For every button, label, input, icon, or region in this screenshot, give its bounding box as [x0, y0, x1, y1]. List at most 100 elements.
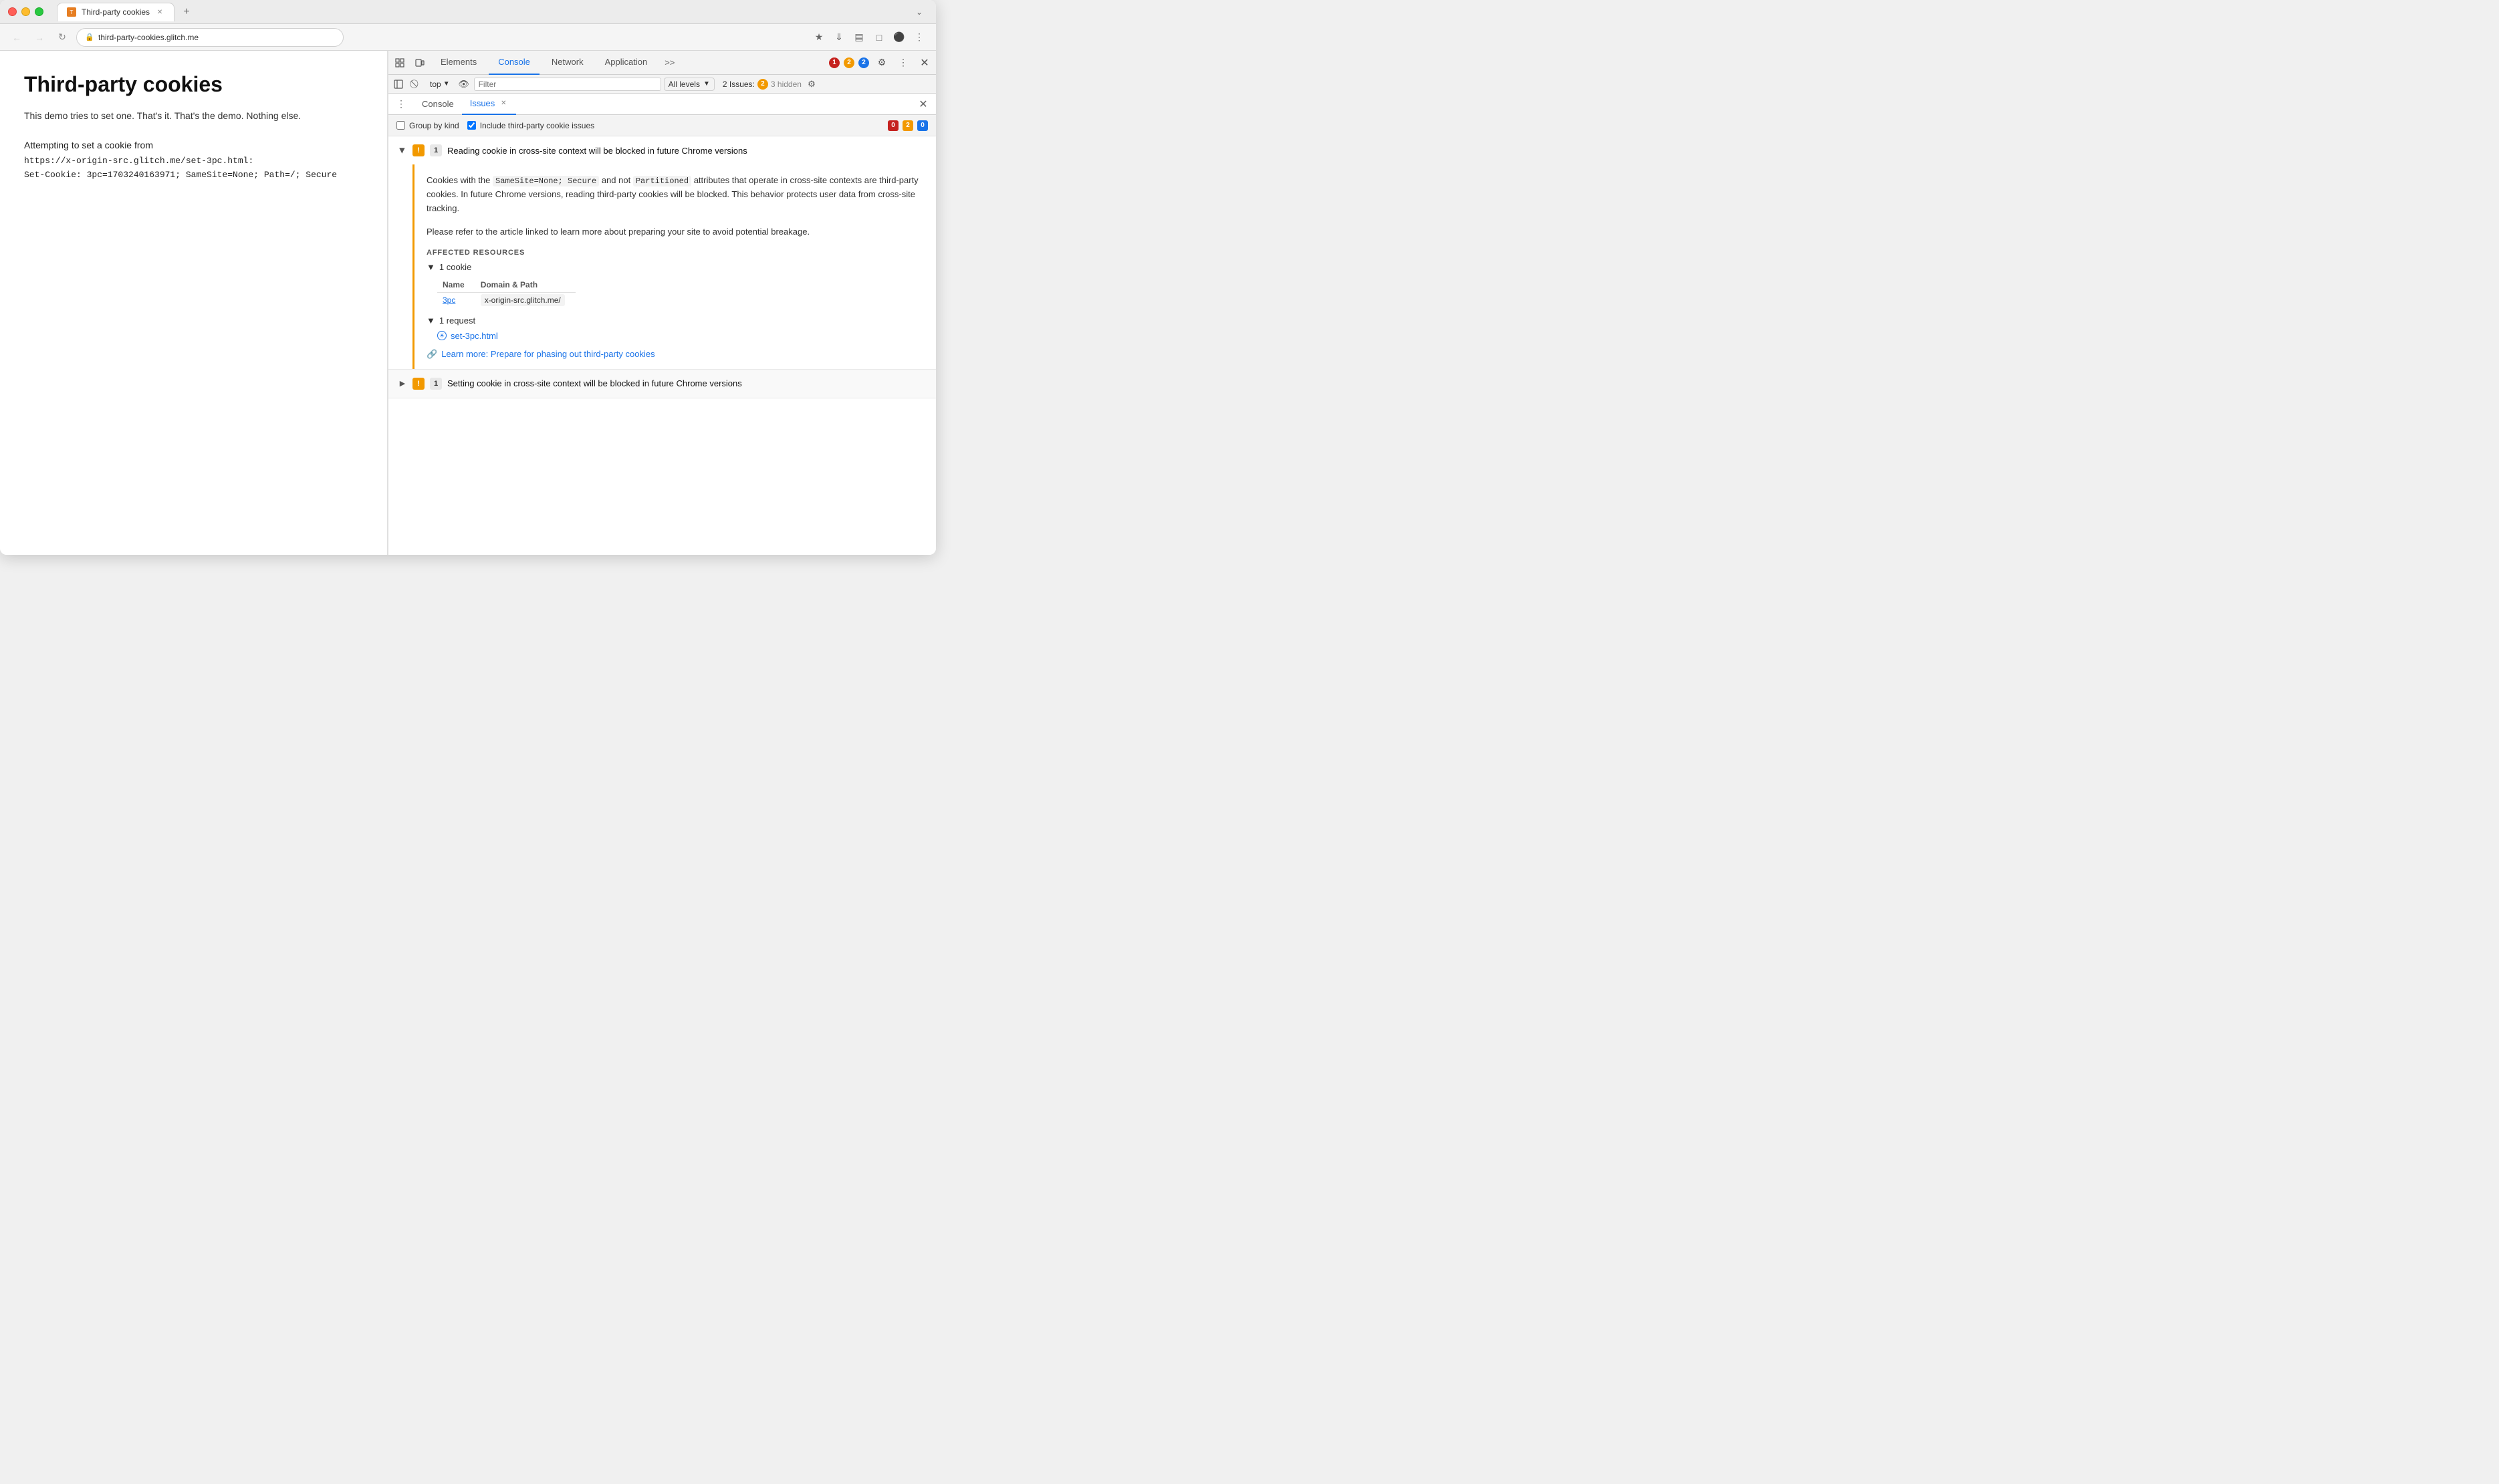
maximize-window-button[interactable] [35, 7, 43, 16]
settings-gear-icon[interactable]: ⚙ [873, 54, 890, 72]
panel-menu-icon[interactable]: ⋮ [394, 97, 408, 112]
bookmark-star-icon[interactable]: ★ [810, 29, 828, 46]
tab-network[interactable]: Network [542, 51, 593, 75]
cookie-value: Set-Cookie: 3pc=1703240163971; SameSite=… [24, 170, 337, 180]
back-button[interactable]: ← [8, 29, 25, 46]
group-by-kind-checkbox-label[interactable]: Group by kind [396, 121, 459, 130]
issues-list: ▶ ! 1 Reading cookie in cross-site conte… [388, 136, 936, 555]
cookie-group-header[interactable]: ▼ 1 cookie [427, 262, 924, 272]
hidden-label: 3 hidden [771, 80, 802, 89]
request-link-label: set-3pc.html [451, 331, 498, 341]
address-bar[interactable]: 🔒 third-party-cookies.glitch.me [76, 28, 344, 47]
cookie-table: Name Domain & Path 3pc x-origin-src.glit… [437, 277, 576, 307]
col-domain-header: Domain & Path [475, 277, 576, 293]
issue-1-body: Cookies with the SameSite=None; Secure a… [412, 164, 936, 369]
browser-window: T Third-party cookies ✕ + ⌄ ← → ↻ 🔒 thir… [0, 0, 936, 555]
tab-label: Third-party cookies [82, 7, 150, 17]
cookie-domain: x-origin-src.glitch.me/ [481, 294, 565, 306]
levels-label: All levels [669, 80, 700, 89]
warning-badge: 2 [844, 57, 854, 68]
tab-application[interactable]: Application [596, 51, 657, 75]
tab-bar: T Third-party cookies ✕ + [57, 3, 905, 21]
sidebar-toggle-icon[interactable] [391, 77, 406, 92]
issues-info-badge: 0 [917, 120, 928, 131]
issue-2-expand-icon[interactable]: ▶ [398, 379, 407, 388]
affected-resources-section: AFFECTED RESOURCES ▼ 1 cookie [427, 249, 924, 341]
issue-2-count: 1 [430, 378, 442, 390]
page-content: Third-party cookies This demo tries to s… [0, 51, 388, 555]
inner-tab-issues[interactable]: Issues ✕ [462, 94, 517, 115]
minimize-browser-button[interactable]: ⌄ [911, 3, 928, 21]
request-globe-icon: ☀ [437, 331, 447, 340]
learn-more-link[interactable]: 🔗 Learn more: Prepare for phasing out th… [427, 349, 924, 360]
cookie-info: Attempting to set a cookie from https://… [24, 140, 363, 182]
info-badge: 2 [858, 57, 869, 68]
error-badge: 1 [829, 57, 840, 68]
profile-icon[interactable]: ⚫ [890, 29, 908, 46]
issues-counter: 2 Issues: 2 3 hidden [723, 79, 802, 90]
issue-item-1: ▶ ! 1 Reading cookie in cross-site conte… [388, 136, 936, 370]
third-party-checkbox[interactable] [467, 121, 476, 130]
issue-2-title: Setting cookie in cross-site context wil… [447, 378, 927, 388]
info-count: 2 [858, 57, 869, 68]
minimize-window-button[interactable] [21, 7, 30, 16]
request-group-header[interactable]: ▼ 1 request [427, 316, 924, 326]
devtools-icon[interactable]: □ [870, 29, 888, 46]
more-tabs-button[interactable]: >> [659, 57, 680, 68]
cookie-resource-group: ▼ 1 cookie Name Domain & Path [427, 262, 924, 307]
extension-puzzle-icon[interactable]: ▤ [850, 29, 868, 46]
issue-item-2: ▶ ! 1 Setting cookie in cross-site conte… [388, 370, 936, 398]
tab-close-button[interactable]: ✕ [155, 7, 164, 17]
context-label: top [430, 80, 441, 89]
issue-1-warning-icon: ! [412, 144, 425, 156]
log-levels-selector[interactable]: All levels ▼ [664, 78, 715, 91]
console-settings-icon[interactable]: ⚙ [804, 77, 819, 92]
issue-2-header[interactable]: ▶ ! 1 Setting cookie in cross-site conte… [388, 370, 936, 398]
devtools-panel: Elements Console Network Application >> … [388, 51, 936, 555]
warning-count: 2 [844, 57, 854, 68]
inner-tab-console[interactable]: Console [414, 94, 462, 115]
issue-1-header[interactable]: ▶ ! 1 Reading cookie in cross-site conte… [388, 136, 936, 164]
request-link[interactable]: ☀ set-3pc.html [437, 331, 924, 341]
close-window-button[interactable] [8, 7, 17, 16]
filter-input[interactable] [474, 78, 661, 91]
levels-chevron-icon: ▼ [703, 80, 710, 88]
devtools-toolbar: Elements Console Network Application >> … [388, 51, 936, 75]
inner-panel-close-button[interactable]: ✕ [916, 97, 931, 112]
address-security-icon: 🔒 [85, 33, 94, 42]
col-name-header: Name [437, 277, 475, 293]
devtools-more-button[interactable]: ⋮ [895, 54, 912, 72]
request-group-expand-icon: ▼ [427, 316, 435, 326]
tab-console[interactable]: Console [489, 51, 540, 75]
devtools-close-button[interactable]: ✕ [916, 54, 933, 72]
download-icon[interactable]: ⇓ [830, 29, 848, 46]
issues-warning-badge: 2 [903, 120, 913, 131]
device-toolbar-icon[interactable] [411, 54, 429, 72]
code-samesite: SameSite=None; Secure [493, 176, 599, 187]
new-tab-button[interactable]: + [178, 4, 195, 20]
group-by-kind-checkbox[interactable] [396, 121, 405, 130]
external-link-icon: 🔗 [427, 349, 437, 360]
issues-tab-close[interactable]: ✕ [499, 99, 508, 108]
main-area: Third-party cookies This demo tries to s… [0, 51, 936, 555]
tab-favicon: T [67, 7, 76, 17]
issues-warning-count: 2 [757, 79, 768, 90]
cookie-row: 3pc x-origin-src.glitch.me/ [437, 292, 576, 307]
traffic-lights [8, 7, 43, 16]
cookie-name-link[interactable]: 3pc [443, 295, 455, 305]
cookie-group-label: 1 cookie [439, 262, 471, 272]
more-menu-button[interactable]: ⋮ [911, 29, 928, 46]
reload-button[interactable]: ↻ [53, 29, 71, 46]
inspector-icon[interactable] [391, 54, 408, 72]
clear-console-icon[interactable]: ⃠ [408, 77, 423, 92]
issue-1-breakage-note: Please refer to the article linked to le… [427, 225, 924, 239]
cookie-code: https://x-origin-src.glitch.me/set-3pc.h… [24, 154, 363, 182]
forward-button[interactable]: → [31, 29, 48, 46]
context-selector[interactable]: top ▼ [426, 78, 454, 90]
issue-1-expand-icon[interactable]: ▶ [398, 146, 407, 155]
live-expression-icon[interactable]: 👁 [457, 77, 471, 92]
third-party-checkbox-label[interactable]: Include third-party cookie issues [467, 121, 594, 130]
browser-tab[interactable]: T Third-party cookies ✕ [57, 3, 174, 21]
tab-elements[interactable]: Elements [431, 51, 486, 75]
affected-resources-label: AFFECTED RESOURCES [427, 249, 924, 257]
